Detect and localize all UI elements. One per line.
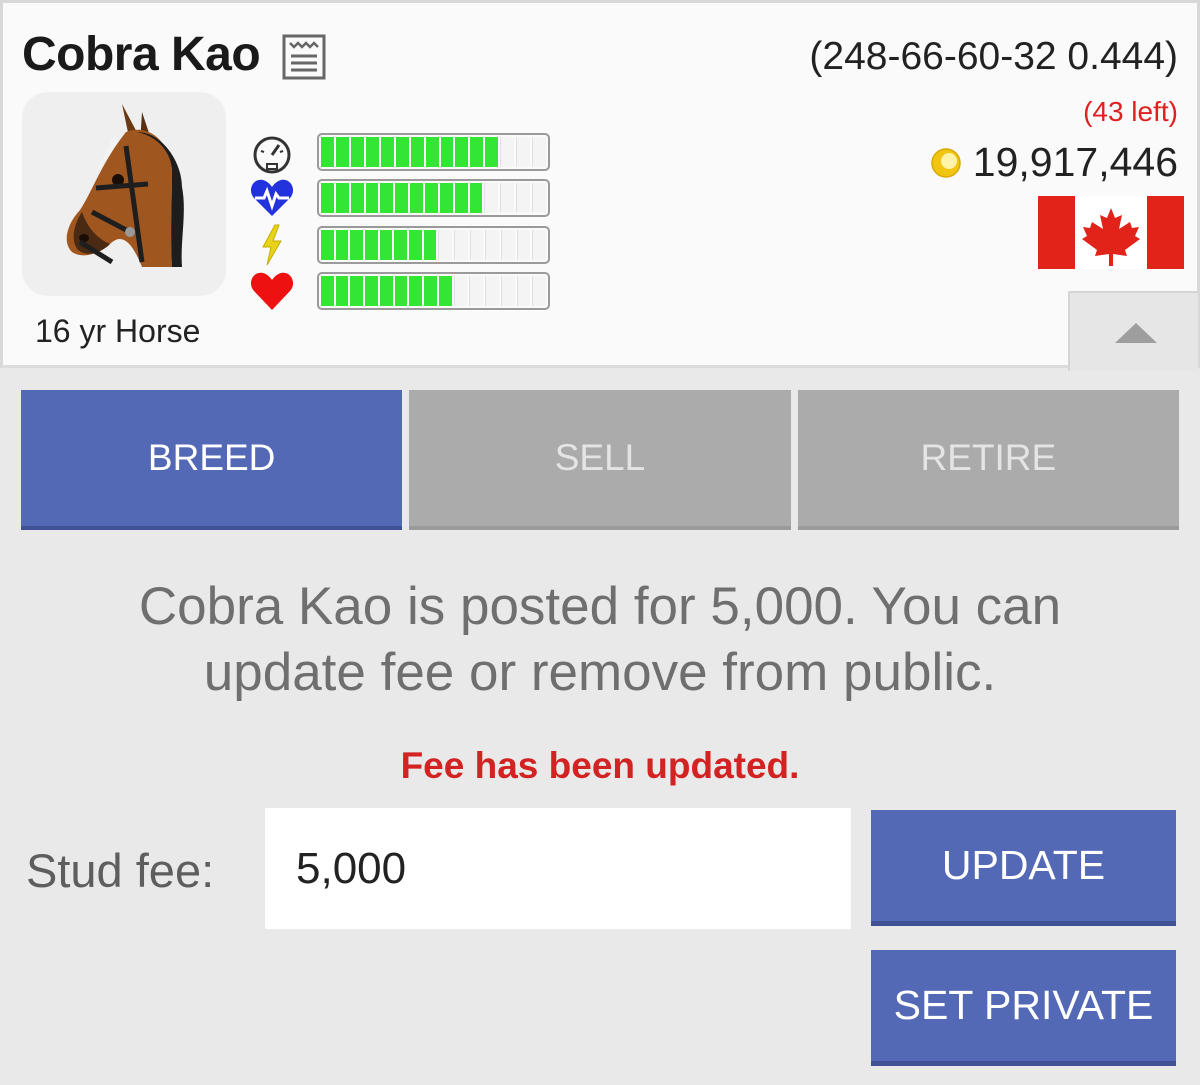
bar-segment (380, 183, 394, 213)
bar-segment (469, 276, 484, 306)
horse-header: Cobra Kao (248-66-60-32 0.444) (43 left)… (0, 0, 1200, 371)
bar-segment (379, 276, 393, 306)
horse-head-icon (66, 104, 184, 267)
bar-segment (500, 137, 515, 167)
speed-bar (317, 133, 550, 171)
bar-segment (423, 230, 437, 260)
bar-segment (425, 183, 438, 213)
heartbeat-icon (250, 179, 294, 216)
bar-segment (394, 276, 408, 306)
bar-segment (532, 276, 547, 306)
stud-fee-input[interactable] (265, 808, 851, 929)
bar-segment (470, 137, 484, 167)
bar-segment (469, 183, 483, 213)
action-tabs: BREED SELL RETIRE (21, 390, 1179, 530)
bar-segment (365, 276, 378, 306)
bar-segment (516, 183, 531, 213)
speedometer-icon (253, 136, 291, 174)
lightning-icon (262, 224, 282, 266)
bar-segment (484, 183, 499, 213)
heart-icon (250, 272, 294, 310)
bar-segment (335, 183, 349, 213)
bar-segment (410, 183, 424, 213)
bar-segment (335, 137, 349, 167)
bar-segment (440, 137, 454, 167)
energy-bar (317, 226, 550, 264)
bar-segment (438, 230, 453, 260)
notes-icon[interactable] (281, 33, 327, 81)
bar-segment (350, 230, 364, 260)
bar-segment (454, 230, 468, 260)
bar-segment (485, 230, 500, 260)
canada-flag-icon (1038, 196, 1184, 269)
bar-segment (321, 276, 334, 306)
bar-segment (501, 230, 515, 260)
bar-segment (453, 276, 468, 306)
bar-segment (350, 276, 364, 306)
bar-segment (365, 137, 379, 167)
bar-segment (321, 183, 334, 213)
race-record: (248-66-60-32 0.444) (809, 35, 1178, 78)
horse-name: Cobra Kao (22, 28, 261, 81)
posting-message: Cobra Kao is posted for 5,000. You can u… (138, 577, 1062, 702)
bar-segment (500, 183, 515, 213)
coin-icon (931, 147, 961, 178)
bar-segment (469, 230, 484, 260)
bar-segment (335, 276, 349, 306)
bar-segment (454, 183, 468, 213)
bar-segment (350, 137, 364, 167)
bar-segment (425, 137, 439, 167)
stud-fee-label: Stud fee: (26, 844, 215, 897)
bar-segment (516, 230, 531, 260)
bar-segment (350, 183, 364, 213)
bar-segment (321, 230, 334, 260)
bar-segment (424, 276, 437, 306)
bar-segment (532, 230, 547, 260)
collapse-header-button[interactable] (1068, 291, 1198, 371)
status-message: Fee has been updated. (400, 745, 800, 786)
horse-age-label: 16 yr Horse (35, 313, 201, 349)
bar-segment (438, 276, 452, 306)
bar-segment (379, 230, 393, 260)
bar-segment (395, 183, 409, 213)
bar-segment (365, 230, 378, 260)
bar-segment (485, 137, 499, 167)
bar-segment (409, 230, 422, 260)
bar-segment (380, 137, 394, 167)
bar-segment (394, 230, 408, 260)
balance: 19,917,446 (931, 139, 1178, 186)
bar-segment (409, 276, 423, 306)
bar-segment (365, 183, 379, 213)
bar-segment (439, 183, 453, 213)
bar-segment (516, 137, 531, 167)
chevron-up-icon (1115, 323, 1157, 343)
bar-segment (516, 276, 531, 306)
bar-segment (410, 137, 424, 167)
bar-segment (395, 137, 409, 167)
stamina-bar (317, 179, 550, 217)
bar-segment (532, 183, 546, 213)
update-button[interactable]: UPDATE (871, 810, 1176, 926)
bar-segment (485, 276, 499, 306)
bar-segment (335, 230, 349, 260)
left-count: (43 left) (1083, 96, 1178, 127)
horse-avatar (22, 92, 226, 296)
bar-segment (321, 137, 334, 167)
balance-value: 19,917,446 (972, 139, 1178, 185)
tab-retire[interactable]: RETIRE (797, 390, 1179, 530)
tab-breed[interactable]: BREED (21, 390, 403, 530)
health-bar (317, 272, 550, 310)
bar-segment (500, 276, 515, 306)
tab-sell[interactable]: SELL (409, 390, 791, 530)
set-private-button[interactable]: SET PRIVATE (871, 950, 1176, 1066)
bar-segment (455, 137, 469, 167)
bar-segment (532, 137, 547, 167)
